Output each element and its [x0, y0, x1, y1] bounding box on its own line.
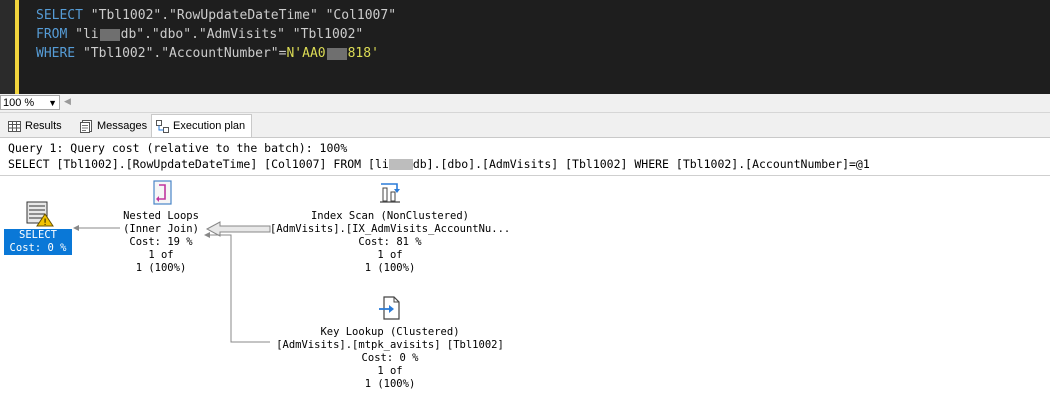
results-tab-bar: Results Messages Execution plan — [0, 113, 1050, 138]
scroll-left-icon[interactable]: ◀ — [64, 96, 71, 107]
nested-loops-icon[interactable] — [150, 180, 176, 206]
code-line-2: FROM "li db"."dbo"."AdmVisits" "Tbl1002" — [36, 27, 364, 42]
chevron-down-icon: ▼ — [48, 98, 57, 108]
tab-results[interactable]: Results — [4, 116, 68, 136]
redacted-text — [326, 47, 347, 60]
code-line-1: SELECT "Tbl1002"."RowUpdateDateTime" "Co… — [36, 8, 397, 23]
key-lookup-icon[interactable] — [377, 295, 403, 321]
nested-loops-node[interactable]: Nested Loops (Inner Join) Cost: 19 % 1 of 1 … — [101, 210, 221, 275]
index-scan-icon[interactable] — [377, 180, 403, 206]
index-scan-node[interactable]: Index Scan (NonClustered) [AdmVisits].[IX… — [270, 210, 510, 275]
zoom-select[interactable]: 100 % ▼ — [0, 95, 60, 110]
editor-gutter — [0, 0, 19, 94]
query-editor[interactable]: SELECT "Tbl1002"."RowUpdateDateTime" "Co… — [0, 0, 1050, 94]
svg-text:!: ! — [43, 218, 47, 227]
code-line-3: WHERE "Tbl1002"."AccountNumber"=N'AA0 818… — [36, 46, 379, 61]
tab-execution-plan[interactable]: Execution plan — [151, 114, 253, 137]
grid-icon — [8, 120, 21, 132]
redacted-text — [388, 159, 413, 170]
select-operator-icon[interactable]: ! — [26, 201, 54, 227]
query-statement-line: SELECT [Tbl1002].[RowUpdateDateTime] [Co… — [8, 157, 870, 171]
sql-code[interactable]: SELECT "Tbl1002"."RowUpdateDateTime" "Co… — [36, 6, 396, 63]
editor-status-bar: 100 % ▼ ◀ — [0, 94, 1050, 113]
change-marker — [15, 0, 19, 94]
select-node[interactable]: SELECT Cost: 0 % — [4, 229, 72, 255]
query-cost-line: Query 1: Query cost (relative to the bat… — [8, 141, 348, 155]
tab-messages[interactable]: Messages — [76, 116, 153, 136]
messages-icon — [80, 119, 92, 133]
arrow-head-select — [73, 225, 79, 231]
plan-header: Query 1: Query cost (relative to the bat… — [8, 140, 870, 172]
key-lookup-node[interactable]: Key Lookup (Clustered) [AdmVisits].[mtpk_… — [270, 326, 510, 391]
redacted-text — [99, 28, 120, 41]
execution-plan-icon — [156, 119, 169, 133]
